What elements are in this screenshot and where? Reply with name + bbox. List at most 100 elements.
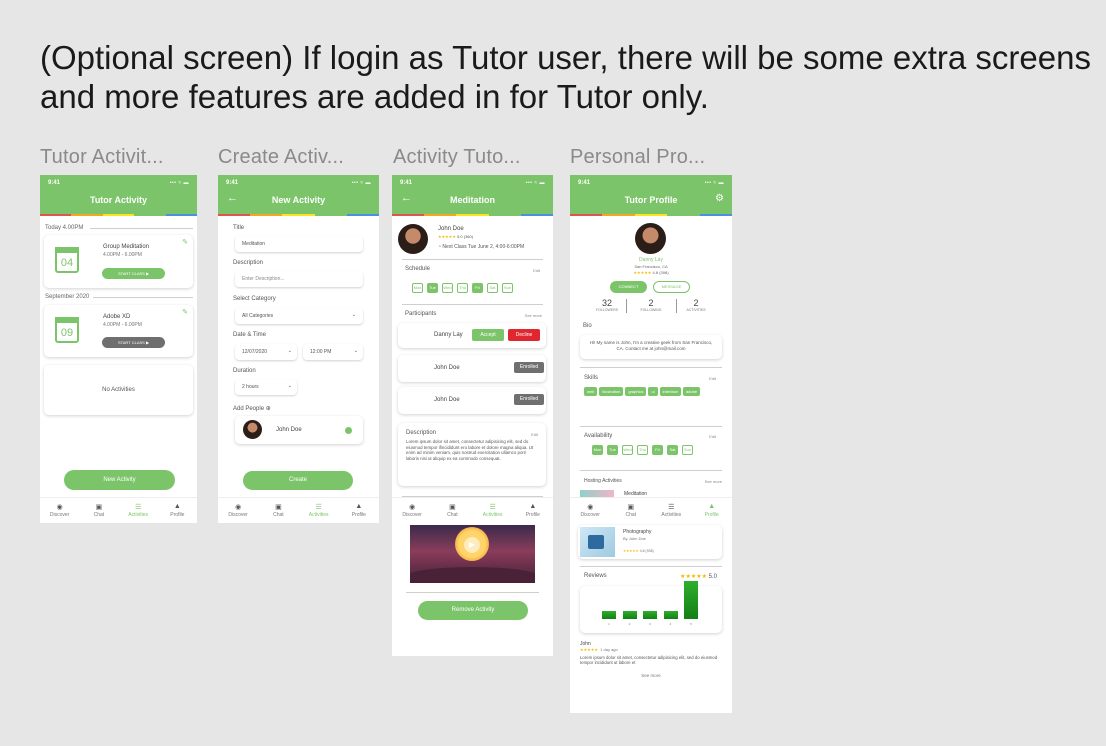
availability-day-sat[interactable]: Sat bbox=[667, 445, 678, 455]
gear-icon[interactable]: ⚙ bbox=[715, 193, 724, 204]
skill-chip[interactable]: ui bbox=[648, 387, 658, 396]
tab-profile[interactable]: ▲ Profile bbox=[692, 498, 733, 524]
play-icon[interactable]: ▶ bbox=[464, 537, 480, 553]
tab-activities[interactable]: ☰ Activities bbox=[119, 498, 158, 523]
divider bbox=[626, 299, 627, 313]
see-more-link[interactable]: See more bbox=[570, 673, 732, 678]
see-more-link[interactable]: See more bbox=[705, 479, 722, 484]
connect-button[interactable]: CONNECT bbox=[610, 281, 647, 293]
edit-pencil-icon[interactable]: ✎ bbox=[182, 238, 188, 246]
rating-bar-chart: 1 2 3 4 5 bbox=[580, 581, 722, 633]
compass-icon: ◉ bbox=[587, 504, 594, 511]
schedule-day-mon[interactable]: Mon bbox=[412, 283, 423, 293]
skill-chip[interactable]: illustration bbox=[599, 387, 624, 396]
description-input[interactable]: Enter Description... bbox=[235, 271, 363, 287]
tab-bar: ◉ Discover ▣ Chat ☰ Activities ▲ Profile bbox=[218, 497, 379, 523]
tab-chat[interactable]: ▣ Chat bbox=[258, 498, 298, 523]
tab-chat[interactable]: ▣ Chat bbox=[432, 498, 472, 524]
compass-icon: ◉ bbox=[235, 504, 242, 511]
divider bbox=[402, 259, 543, 260]
status-icons: ••• ≈ ▬ bbox=[704, 180, 724, 186]
tab-discover[interactable]: ◉ Discover bbox=[40, 498, 79, 523]
schedule-day-thu[interactable]: Thu bbox=[457, 283, 468, 293]
person-icon: ▲ bbox=[708, 503, 716, 510]
tab-activities[interactable]: ☰ Activities bbox=[473, 498, 513, 524]
edit-link[interactable]: Edit bbox=[531, 432, 538, 437]
decline-button[interactable]: Decline bbox=[508, 329, 540, 341]
screen-create-activity: 9:41 ••• ≈ ▬ ← New Activity Title Medita… bbox=[218, 175, 379, 523]
tab-discover[interactable]: ◉ Discover bbox=[570, 498, 611, 524]
host-rating: ★★★★★ 5.0 (360) bbox=[438, 234, 474, 239]
selected-indicator[interactable] bbox=[345, 427, 352, 434]
profile-rating: ★★★★★ 4.8 (398) bbox=[633, 270, 669, 275]
start-class-button[interactable]: START CLASS ▶ bbox=[102, 268, 165, 279]
tab-activities[interactable]: ☰ Activities bbox=[651, 498, 692, 524]
schedule-day-fri[interactable]: Fri bbox=[472, 283, 483, 293]
headline: (Optional screen) If login as Tutor user… bbox=[40, 39, 1091, 115]
color-stripe bbox=[392, 214, 553, 216]
avatar bbox=[635, 223, 666, 254]
duration-select[interactable]: 2 hours ⌄ bbox=[235, 379, 297, 395]
availability-day-tue[interactable]: Tue bbox=[607, 445, 618, 455]
create-button[interactable]: Create bbox=[243, 471, 353, 490]
nav-bar: 9:41 ••• ≈ ▬ ← New Activity bbox=[218, 175, 379, 216]
activity-video[interactable]: ▶ bbox=[410, 525, 535, 583]
hosting-activity-card[interactable]: Photography By John Doe ★★★★★ 4.8 (938) bbox=[578, 525, 722, 559]
availability-day-wed[interactable]: Wed bbox=[622, 445, 633, 455]
activity-card[interactable]: 04 Group Meditation 4.00PM - 6.00PM STAR… bbox=[44, 235, 193, 288]
tab-chat[interactable]: ▣ Chat bbox=[611, 498, 652, 524]
availability-day-sun[interactable]: Sun bbox=[682, 445, 693, 455]
activity-card[interactable]: 09 Adobe XD 4.00PM - 6.00PM START CLASS … bbox=[44, 305, 193, 357]
schedule-day-tue[interactable]: Tue bbox=[427, 283, 438, 293]
schedule-label: Schedule bbox=[405, 266, 431, 272]
skill-chip[interactable]: web bbox=[584, 387, 598, 396]
edit-pencil-icon[interactable]: ✎ bbox=[182, 308, 188, 316]
activity-time: 4.00PM - 6.00PM bbox=[103, 322, 142, 328]
skill-chip[interactable]: interface bbox=[659, 387, 681, 396]
avatar bbox=[243, 420, 262, 439]
date-select[interactable]: 12/07/2020 ⌄ bbox=[235, 344, 297, 360]
color-stripe bbox=[218, 214, 379, 216]
availability-day-fri[interactable]: Fri bbox=[652, 445, 663, 455]
schedule-day-sat[interactable]: Sat bbox=[487, 283, 498, 293]
divider bbox=[402, 304, 543, 305]
tab-profile[interactable]: ▲ Profile bbox=[158, 498, 197, 523]
frame-title-activity-tutor: Activity Tuto... bbox=[393, 146, 521, 168]
start-class-button-disabled[interactable]: START CLASS ▶ bbox=[102, 337, 165, 348]
category-select[interactable]: All Categories ⌄ bbox=[235, 308, 363, 324]
tab-profile[interactable]: ▲ Profile bbox=[513, 498, 553, 524]
participant-row: John Doe Enrolled bbox=[398, 387, 546, 414]
person-row[interactable]: John Doe bbox=[235, 416, 363, 444]
skill-chip[interactable]: graphics bbox=[625, 387, 647, 396]
person-name: John Doe bbox=[276, 427, 302, 433]
tab-activities[interactable]: ☰ Activities bbox=[299, 498, 339, 523]
see-more-link[interactable]: See more bbox=[525, 313, 542, 318]
edit-link[interactable]: Edit bbox=[533, 268, 540, 273]
edit-link[interactable]: Edit bbox=[709, 434, 716, 439]
status-time: 9:41 bbox=[226, 180, 239, 186]
accept-button[interactable]: Accept bbox=[472, 329, 504, 341]
availability-day-mon[interactable]: Mon bbox=[592, 445, 603, 455]
time-select[interactable]: 12:00 PM ⌄ bbox=[303, 344, 363, 360]
section-today: Today 4.00PM bbox=[45, 225, 84, 231]
new-activity-button[interactable]: New Activity bbox=[64, 470, 175, 490]
message-button[interactable]: MESSAGE bbox=[653, 281, 690, 293]
availability-day-thu[interactable]: Thu bbox=[637, 445, 648, 455]
remove-activity-button[interactable]: Remove Activity bbox=[418, 601, 528, 620]
page-title: Tutor Profile bbox=[624, 195, 678, 205]
activity-rating: ★★★★★ 4.8 (938) bbox=[623, 549, 654, 553]
rating-bar-label: 5 bbox=[690, 622, 692, 626]
tab-profile[interactable]: ▲ Profile bbox=[339, 498, 379, 523]
activity-time: 4.00PM - 6.00PM bbox=[103, 252, 142, 258]
tab-discover[interactable]: ◉ Discover bbox=[392, 498, 432, 524]
title-input[interactable]: Meditation bbox=[235, 236, 363, 252]
edit-link[interactable]: Edit bbox=[709, 376, 716, 381]
add-people-label[interactable]: Add People ⊕ bbox=[233, 405, 271, 412]
person-icon: ▲ bbox=[529, 503, 537, 510]
schedule-day-wed[interactable]: Wed bbox=[442, 283, 453, 293]
tab-bar: ◉ Discover ▣ Chat ☰ Activities ▲ Profile bbox=[392, 497, 553, 524]
skill-chip[interactable]: adobe bbox=[682, 387, 701, 396]
tab-chat[interactable]: ▣ Chat bbox=[79, 498, 118, 523]
schedule-day-sun[interactable]: Sun bbox=[502, 283, 513, 293]
tab-discover[interactable]: ◉ Discover bbox=[218, 498, 258, 523]
